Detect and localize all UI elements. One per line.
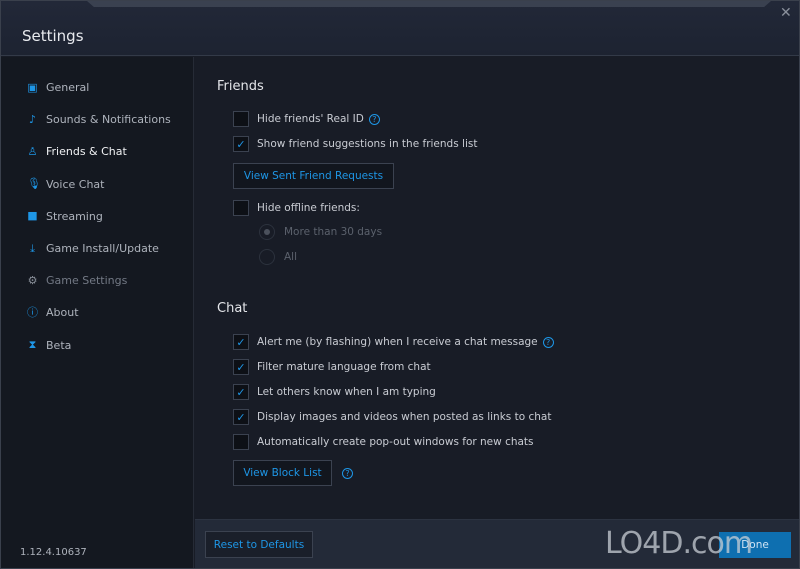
checkbox[interactable]: ✓ bbox=[233, 384, 249, 400]
hide-offline-option[interactable]: Hide offline friends: bbox=[233, 200, 360, 216]
sidebar-item-friends-chat[interactable]: ♙ Friends & Chat bbox=[27, 145, 127, 158]
show-suggestions-option[interactable]: ✓ Show friend suggestions in the friends… bbox=[233, 136, 477, 152]
option-label: Hide offline friends: bbox=[257, 202, 360, 214]
radio-all[interactable]: All bbox=[259, 249, 297, 265]
radio-more-than-30-days[interactable]: More than 30 days bbox=[259, 224, 382, 240]
sidebar-item-label: Game Settings bbox=[46, 274, 128, 288]
view-block-list-button[interactable]: View Block List bbox=[233, 460, 332, 486]
chat-option[interactable]: ✓ Alert me (by flashing) when I receive a… bbox=[233, 334, 554, 350]
radio-button[interactable] bbox=[259, 249, 275, 265]
sidebar-item-about[interactable]: ⓘ About bbox=[27, 306, 79, 319]
option-label: Display images and videos when posted as… bbox=[257, 411, 552, 423]
radio-label: All bbox=[284, 251, 298, 263]
radio-label: More than 30 days bbox=[284, 226, 383, 238]
sidebar-item-sounds-notifications[interactable]: ♪ Sounds & Notifications bbox=[27, 113, 171, 126]
checkbox[interactable]: ✓ bbox=[233, 409, 249, 425]
reset-to-defaults-button[interactable]: Reset to Defaults bbox=[205, 531, 313, 558]
checkbox[interactable]: ✓ bbox=[233, 334, 249, 350]
view-sent-friend-requests-button[interactable]: View Sent Friend Requests bbox=[233, 163, 394, 189]
info-icon: ⓘ bbox=[27, 305, 38, 319]
sound-icon: ♪ bbox=[28, 112, 37, 126]
sidebar: ▣ General ♪ Sounds & Notifications ♙ Friends … bbox=[1, 57, 194, 568]
settings-window: Settings ✕ ▣ General ♪ Sounds & Notificatio… bbox=[0, 0, 800, 569]
sidebar-item-label: Game Install/Update bbox=[46, 242, 159, 255]
game-settings-icon: ⚙ bbox=[27, 273, 38, 287]
chat-option[interactable]: ✓ Filter mature language from chat bbox=[233, 359, 431, 375]
sidebar-item-label: General bbox=[46, 81, 90, 94]
checkbox[interactable] bbox=[233, 434, 249, 450]
option-label: Let others know when I am typing bbox=[257, 386, 436, 398]
help-icon[interactable]: ? bbox=[368, 113, 380, 125]
help-icon[interactable]: ? bbox=[342, 468, 353, 479]
sidebar-item-general[interactable]: ▣ General bbox=[27, 81, 89, 94]
window-title: Settings bbox=[22, 27, 84, 45]
checkbox[interactable] bbox=[233, 111, 249, 127]
close-icon[interactable]: ✕ bbox=[780, 5, 792, 21]
sidebar-item-voice-chat[interactable]: 🎙 Voice Chat bbox=[27, 178, 104, 191]
checkbox[interactable] bbox=[233, 200, 249, 216]
version-label: 1.12.4.10637 bbox=[20, 547, 87, 558]
checkbox[interactable]: ✓ bbox=[233, 359, 249, 375]
person-icon: ♙ bbox=[27, 144, 38, 158]
sidebar-item-beta[interactable]: ⧗ Beta bbox=[27, 338, 72, 352]
option-label: Automatically create pop-out windows for… bbox=[257, 436, 534, 448]
sidebar-item-label: Sounds & Notifications bbox=[46, 113, 171, 127]
option-label: Show friend suggestions in the friends l… bbox=[257, 138, 478, 150]
option-label: Filter mature language from chat bbox=[257, 361, 431, 373]
sidebar-item-label: Beta bbox=[46, 338, 72, 352]
monitor-gear-icon: ▣ bbox=[27, 80, 38, 94]
radio-button[interactable] bbox=[259, 224, 275, 240]
sidebar-item-label: Friends & Chat bbox=[46, 145, 127, 159]
sidebar-item-label: Voice Chat bbox=[46, 177, 105, 191]
chat-option[interactable]: ✓ Display images and videos when posted a… bbox=[233, 409, 551, 425]
chat-option[interactable]: Automatically create pop-out windows for… bbox=[233, 434, 534, 450]
download-icon: ⤓ bbox=[30, 241, 35, 255]
sidebar-item-streaming[interactable]: ■ Streaming bbox=[27, 210, 103, 223]
option-label: Alert me (by flashing) when I receive a … bbox=[257, 336, 538, 348]
friends-heading: Friends bbox=[217, 79, 264, 94]
tab-strip bbox=[87, 1, 771, 7]
video-camera-icon: ■ bbox=[27, 209, 38, 223]
sidebar-item-label: About bbox=[46, 306, 79, 320]
microphone-icon: 🎙 bbox=[27, 177, 41, 191]
chat-option[interactable]: ✓ Let others know when I am typing bbox=[233, 384, 436, 400]
beta-flask-icon: ⧗ bbox=[28, 338, 37, 352]
chat-heading: Chat bbox=[217, 301, 248, 316]
checkbox[interactable]: ✓ bbox=[233, 136, 249, 152]
sidebar-item-label: Streaming bbox=[46, 209, 103, 223]
sidebar-item-game-install-update[interactable]: ⤓ Game Install/Update bbox=[27, 242, 159, 255]
option-label: Hide friends' Real ID bbox=[257, 113, 364, 125]
title-bar: Settings ✕ bbox=[1, 1, 799, 56]
help-icon[interactable]: ? bbox=[542, 336, 554, 348]
hide-real-id-option[interactable]: Hide friends' Real ID ? bbox=[233, 111, 380, 127]
content-panel: Friends Hide friends' Real ID ? ✓ Show f… bbox=[195, 57, 799, 519]
watermark: LO4D.com bbox=[605, 526, 753, 561]
sidebar-item-game-settings[interactable]: ⚙ Game Settings bbox=[27, 273, 128, 288]
